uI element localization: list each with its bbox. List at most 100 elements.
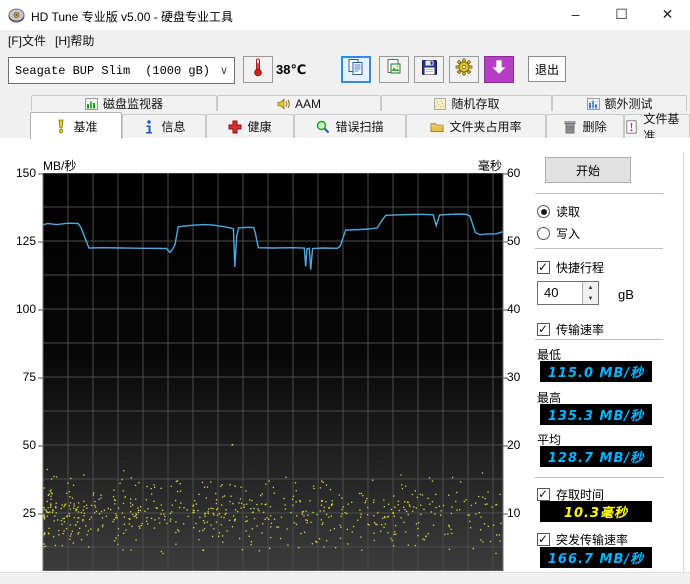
- radio-icon: [537, 205, 550, 218]
- tab-label: AAM: [294, 96, 321, 111]
- left-tick-label: 75: [22, 370, 36, 384]
- tab-erase[interactable]: 删除: [546, 114, 624, 138]
- down-arrow-icon: [491, 59, 507, 80]
- access-time-display: 10.3毫秒: [540, 501, 652, 522]
- drive-name: Seagate BUP Slim: [15, 63, 131, 78]
- read-radio-label: 读取: [556, 205, 581, 219]
- right-tick-label: 30: [507, 370, 521, 384]
- short-stroke-label: 快捷行程: [556, 261, 605, 275]
- info-icon: [142, 119, 156, 134]
- extra-tests-icon: [586, 97, 600, 111]
- avg-speed-display: 128.7 MB/秒: [540, 446, 652, 467]
- left-tick-label: 125: [15, 234, 36, 248]
- tab-aam[interactable]: AAM: [217, 95, 381, 111]
- thermometer-icon: [252, 57, 264, 82]
- burst-rate-label: 突发传输速率: [556, 533, 629, 547]
- trash-icon: [563, 120, 577, 134]
- min-speed-display: 115.0 MB/秒: [540, 361, 652, 382]
- start-button[interactable]: 开始: [545, 157, 631, 183]
- hdtune-window: HD Tune 专业版 v5.00 - 硬盘专业工具 – ☐ ✕ [F]文件 […: [0, 0, 690, 584]
- left-tick-label: 25: [22, 506, 36, 520]
- window-bottom-edge: [0, 572, 690, 584]
- copy-button[interactable]: [341, 56, 371, 83]
- left-tick-label: 150: [15, 166, 36, 180]
- gear-icon: [455, 58, 473, 81]
- write-radio-label: 写入: [556, 227, 581, 241]
- tab-random-access[interactable]: 随机存取: [381, 95, 552, 111]
- right-tick-label: 50: [507, 234, 521, 248]
- options-button[interactable]: [449, 56, 479, 83]
- left-axis-title: MB/秒: [43, 159, 77, 173]
- minimize-button[interactable]: –: [553, 0, 598, 30]
- left-tick-label: 100: [15, 302, 36, 316]
- download-button[interactable]: [484, 56, 514, 83]
- speaker-icon: [277, 97, 291, 111]
- drive-capacity: (1000 gB): [145, 63, 210, 78]
- tab-error-scan[interactable]: 错误扫描: [294, 114, 406, 138]
- folder-usage-icon: [430, 120, 444, 134]
- short-stroke-checkbox[interactable]: 快捷行程: [537, 259, 604, 276]
- right-tick-label: 10: [507, 506, 521, 520]
- stepper-buttons: ▲ ▼: [582, 282, 598, 304]
- tab-disk-monitor[interactable]: 磁盘监视器: [31, 95, 217, 111]
- error-scan-icon: [316, 120, 330, 134]
- tab-label: 删除: [582, 120, 607, 134]
- health-icon: [228, 120, 242, 134]
- temperature-button[interactable]: [243, 56, 273, 83]
- write-radio[interactable]: 写入: [537, 225, 580, 242]
- save-image-button[interactable]: [379, 56, 409, 83]
- read-radio[interactable]: 读取: [537, 203, 580, 220]
- transfer-rate-checkbox[interactable]: 传输速率: [537, 321, 604, 338]
- exit-button[interactable]: 退出: [528, 56, 566, 82]
- checkbox-icon: [537, 260, 550, 274]
- tab-label: 随机存取: [451, 97, 500, 111]
- menu-help[interactable]: [H]帮助: [55, 32, 94, 49]
- burst-rate-checkbox[interactable]: 突发传输速率: [537, 531, 628, 548]
- checkbox-icon: [537, 322, 550, 336]
- tab-label: 健康: [247, 120, 272, 134]
- copy-icon: [347, 58, 365, 81]
- chevron-down-icon: ∨: [219, 64, 229, 77]
- right-axis-title: 毫秒: [477, 159, 502, 173]
- left-tick-label: 50: [22, 438, 36, 452]
- tab-folder-usage[interactable]: 文件夹占用率: [406, 114, 546, 138]
- file-benchmark-icon: [625, 119, 638, 134]
- tab-info[interactable]: 信息: [122, 114, 206, 138]
- drive-select-dropdown[interactable]: Seagate BUP Slim (1000 gB) ∨: [8, 57, 235, 84]
- tab-benchmark[interactable]: 基准: [30, 112, 122, 139]
- max-speed-display: 135.3 MB/秒: [540, 404, 652, 425]
- tab-file-benchmark[interactable]: 文件基准: [624, 112, 690, 143]
- radio-icon: [537, 227, 550, 240]
- tab-label: 错误扫描: [335, 120, 384, 134]
- burst-rate-display: 166.7 MB/秒: [540, 547, 652, 568]
- window-title: HD Tune 专业版 v5.00 - 硬盘专业工具: [31, 10, 234, 24]
- short-stroke-stepper[interactable]: 40 ▲ ▼: [537, 281, 599, 305]
- separator: [535, 193, 663, 194]
- panel-border: [683, 152, 684, 576]
- random-access-icon: [433, 97, 447, 111]
- right-tick-label: 20: [507, 438, 521, 452]
- title-bar: HD Tune 专业版 v5.00 - 硬盘专业工具 – ☐ ✕: [0, 0, 690, 30]
- floppy-disk-icon: [421, 59, 438, 81]
- checkbox-icon: [537, 487, 550, 501]
- right-tick-label: 60: [507, 166, 521, 180]
- right-tick-label: 40: [507, 302, 521, 316]
- save-button[interactable]: [414, 56, 444, 83]
- separator: [535, 248, 663, 249]
- tab-label: 磁盘监视器: [102, 97, 163, 111]
- menu-file[interactable]: [F]文件: [8, 32, 46, 49]
- tab-label: 信息: [161, 120, 186, 134]
- tab-label: 基准: [73, 119, 98, 134]
- benchmark-chart: [38, 173, 508, 571]
- short-stroke-value: 40: [544, 285, 559, 300]
- close-button[interactable]: ✕: [645, 0, 690, 30]
- temperature-value: 38℃: [276, 62, 307, 77]
- separator: [535, 339, 663, 340]
- tab-health[interactable]: 健康: [206, 114, 294, 138]
- separator: [535, 477, 663, 478]
- transfer-rate-label: 传输速率: [556, 323, 605, 337]
- checkbox-icon: [537, 532, 550, 546]
- app-icon: [8, 7, 25, 24]
- stepper-down-icon[interactable]: ▼: [583, 293, 598, 304]
- maximize-button[interactable]: ☐: [599, 0, 644, 30]
